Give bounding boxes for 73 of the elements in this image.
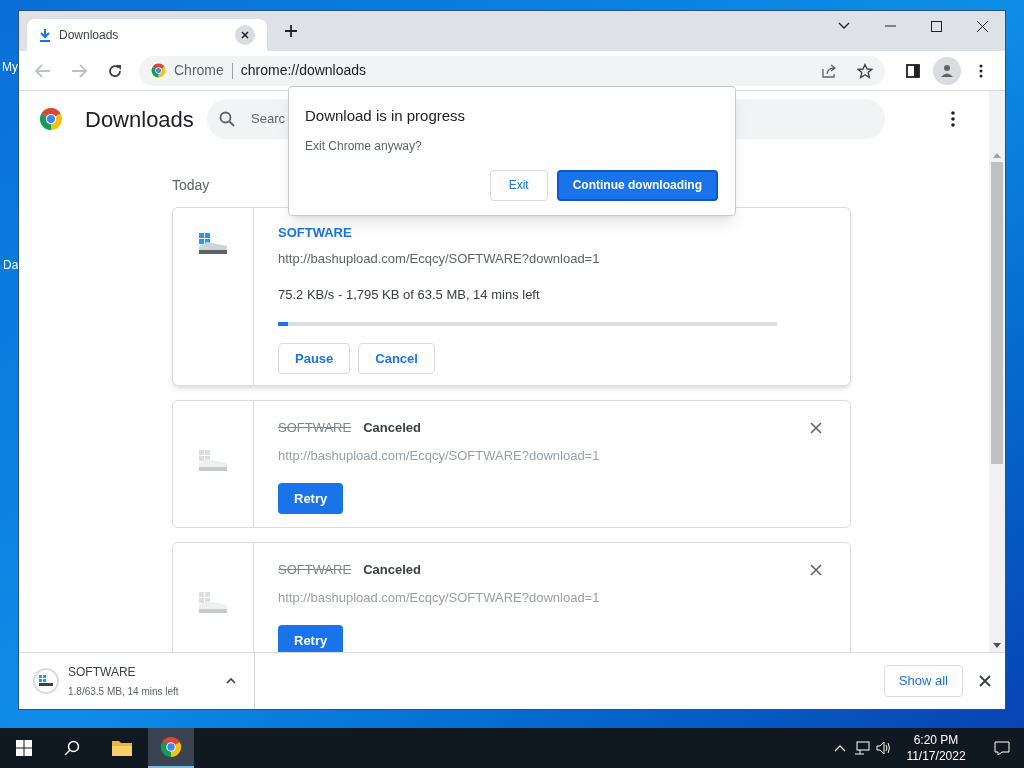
shelf-status: 1.8/63.5 MB, 14 mins left	[68, 685, 179, 699]
file-name: SOFTWARE	[278, 420, 352, 436]
scroll-down-icon	[993, 643, 1001, 648]
close-icon	[976, 20, 988, 32]
scrollbar[interactable]	[989, 91, 1005, 652]
url-text: http://bashupload.com/Ecqcy/SOFTWARE?download=1	[278, 590, 601, 606]
url-text: http://bashupload.com/Ecqcy/SOFTWARE?download=1	[278, 251, 601, 267]
desktop-icon-label[interactable]: My	[2, 58, 18, 76]
download-icon	[39, 28, 51, 42]
desktop-icon-label[interactable]: Da	[3, 256, 19, 274]
side-panel-icon	[906, 63, 920, 78]
forward-arrow-icon	[71, 63, 87, 78]
show-all-button[interactable]: Show all	[883, 665, 963, 697]
more-vertical-icon	[951, 111, 955, 127]
clock-time: 6:20 PM	[913, 732, 959, 748]
action-button[interactable]: Pause	[278, 343, 351, 374]
url-text: chrome://downloads	[240, 61, 368, 80]
drive-icon	[197, 591, 229, 615]
action-button[interactable]: Cancel	[358, 343, 435, 374]
drive-icon	[197, 232, 229, 256]
profile-button[interactable]	[933, 56, 961, 85]
message-icon	[994, 740, 1010, 756]
drive-icon	[38, 675, 54, 687]
more-vertical-icon	[979, 63, 983, 78]
status-text: Canceled	[363, 562, 421, 578]
star-icon	[857, 62, 873, 79]
browser-tab[interactable]: Downloads	[27, 19, 267, 51]
search-icon	[64, 740, 80, 756]
maximize-icon	[930, 20, 942, 32]
retry-button[interactable]: Retry	[278, 483, 344, 514]
tab-close-button[interactable]	[235, 25, 255, 45]
progress-text: 75.2 KB/s - 1,795 KB of 63.5 MB, 14 mins left	[278, 287, 541, 303]
file-name: SOFTWARE	[278, 562, 352, 578]
retry-button[interactable]: Retry	[278, 625, 344, 652]
status-text: Canceled	[363, 420, 421, 436]
dialog-message: Exit Chrome anyway?	[305, 137, 423, 155]
plus-icon	[284, 24, 298, 38]
page-title: Downloads	[85, 105, 195, 134]
site-label: Chrome	[174, 61, 224, 80]
close-icon	[241, 31, 249, 39]
clock-date: 11/17/2022	[906, 748, 966, 764]
minimize-icon	[884, 25, 896, 27]
chevron-down-icon	[838, 22, 850, 30]
dialog-button[interactable]: Exit	[489, 169, 548, 201]
shelf-file-name: SOFTWARE	[68, 664, 137, 681]
drive-icon	[197, 449, 229, 473]
chrome-logo	[39, 107, 63, 131]
windows-icon	[16, 740, 32, 756]
tab-title: Downloads	[59, 27, 120, 44]
network-icon	[854, 741, 870, 755]
share-icon	[821, 62, 837, 79]
reload-icon	[107, 62, 123, 79]
search-icon	[219, 111, 235, 127]
dialog-button[interactable]: Continue downloading	[556, 169, 718, 201]
back-arrow-icon	[35, 63, 51, 78]
folder-icon	[111, 739, 133, 757]
person-icon	[940, 63, 954, 78]
chevron-up-icon	[834, 744, 846, 752]
date-heading: Today	[172, 177, 210, 193]
scroll-up-icon	[993, 153, 1001, 158]
dialog-title: Download is in progress	[305, 106, 467, 126]
url-text: http://bashupload.com/Ecqcy/SOFTWARE?download=1	[278, 448, 601, 464]
file-link[interactable]: SOFTWARE	[278, 225, 352, 241]
address-bar[interactable]: Chrome chrome://downloads	[139, 55, 885, 86]
volume-icon	[876, 741, 892, 755]
chrome-icon	[160, 736, 182, 758]
shelf-download-item[interactable]: SOFTWARE 1.8/63.5 MB, 14 mins left	[19, 653, 255, 709]
close-icon	[979, 675, 991, 687]
chrome-icon	[151, 63, 166, 78]
chrome-taskbar-button[interactable]	[148, 728, 194, 768]
close-icon	[810, 564, 822, 576]
close-icon	[810, 422, 822, 434]
chevron-up-icon	[226, 678, 236, 684]
